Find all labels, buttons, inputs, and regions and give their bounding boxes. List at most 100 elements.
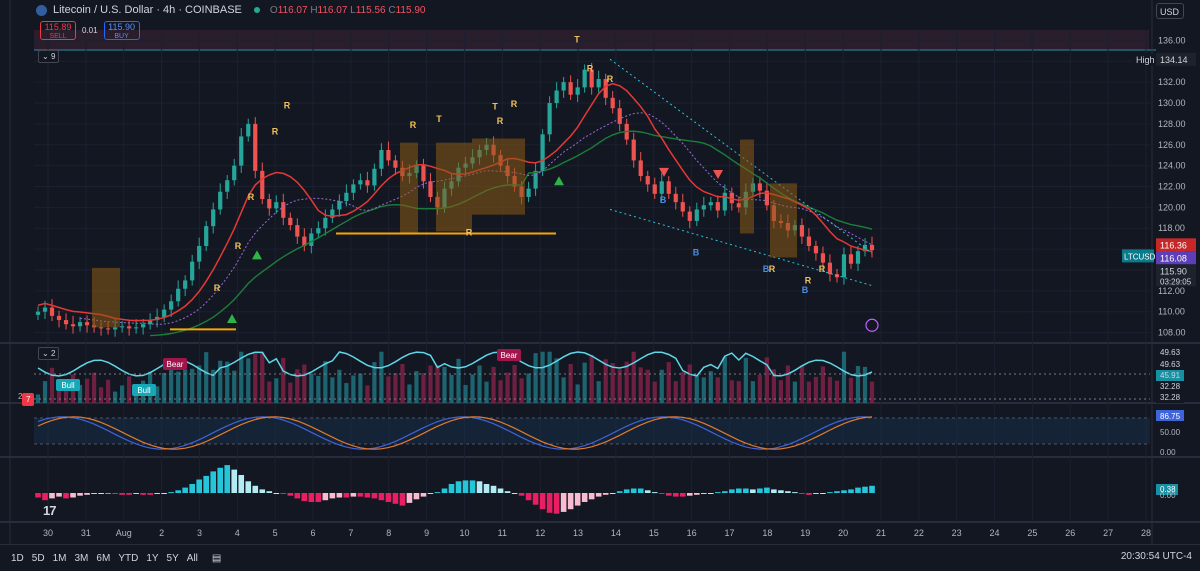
pane-badge-osc[interactable]: ⌄ 2 xyxy=(38,347,60,360)
hist-bar xyxy=(862,486,868,493)
osc-bar xyxy=(176,371,181,403)
x-tick-label: 4 xyxy=(235,528,240,538)
candle-body xyxy=(239,136,244,166)
last-price: 115.90 xyxy=(1160,266,1187,276)
timeframe-all[interactable]: All xyxy=(187,553,198,564)
hist-bar xyxy=(743,488,749,493)
timeframe-ytd[interactable]: YTD xyxy=(118,553,138,564)
x-tick-label: 12 xyxy=(535,528,545,538)
hist-bar xyxy=(574,493,581,506)
date-range-icon[interactable]: ▤ xyxy=(212,553,221,564)
candle-body xyxy=(42,307,48,312)
timeframe-1d[interactable]: 1D xyxy=(11,553,24,564)
candle-body xyxy=(820,253,826,263)
candle-body xyxy=(112,327,118,330)
timeframe-6m[interactable]: 6M xyxy=(96,553,110,564)
osc-bar xyxy=(225,361,230,403)
osc-bar xyxy=(260,351,265,403)
supply-zone xyxy=(92,267,120,328)
currency-select[interactable]: USD xyxy=(1156,3,1184,19)
price-red: 116.36 xyxy=(1160,240,1187,250)
pane-badge-main[interactable]: ⌄ 9 xyxy=(38,50,60,63)
candle-body xyxy=(176,288,181,302)
hist-bar xyxy=(651,492,658,494)
osc-bar xyxy=(778,380,783,403)
candle-body xyxy=(134,327,139,329)
hist-bar xyxy=(238,475,245,493)
candle-body xyxy=(316,228,321,234)
osc-bar xyxy=(112,391,118,403)
symbol-title[interactable]: Litecoin / U.S. Dollar · 4h · COINBASE xyxy=(53,4,242,16)
hist-bar xyxy=(532,493,539,505)
osc-value-label: 49.63 xyxy=(1160,360,1181,369)
timeframe-5y[interactable]: 5Y xyxy=(167,553,179,564)
osc-bar xyxy=(204,352,209,403)
signal-label-r: R xyxy=(497,116,504,126)
y-tick-label: 108.00 xyxy=(1158,328,1186,338)
pane-badge-alert[interactable]: 7 xyxy=(22,393,35,406)
supply-zone xyxy=(400,142,418,234)
candle-body xyxy=(855,251,861,264)
hist-bar xyxy=(385,493,392,502)
timeframe-5d[interactable]: 5D xyxy=(32,553,45,564)
osc-bar xyxy=(869,381,875,403)
main-pane-bg xyxy=(0,50,1150,343)
timeframe-3m[interactable]: 3M xyxy=(75,553,89,564)
osc-bar xyxy=(281,357,286,403)
hist-bar xyxy=(175,490,181,493)
clock[interactable]: 20:30:54 UTC-4 xyxy=(1121,551,1192,562)
x-tick-label: 14 xyxy=(611,528,621,538)
timeframe-1m[interactable]: 1M xyxy=(53,553,67,564)
y-tick-label: 110.00 xyxy=(1158,307,1185,317)
hist-bar xyxy=(350,493,357,497)
hist-bar xyxy=(42,493,48,501)
candle-body xyxy=(708,202,713,206)
osc-bar xyxy=(547,351,552,403)
signal-label-b: B xyxy=(802,285,809,295)
osc-bar xyxy=(603,359,608,403)
candle-body xyxy=(638,160,643,177)
hist-bar xyxy=(329,493,336,499)
candle-body xyxy=(141,324,146,328)
hist-bar xyxy=(820,493,826,494)
hist-bar xyxy=(630,488,637,493)
candle-body xyxy=(561,82,566,91)
hist-bar xyxy=(406,493,413,503)
candle-body xyxy=(673,193,678,203)
hist-bar xyxy=(455,481,462,493)
chart-header: Litecoin / U.S. Dollar · 4h · COINBASE O… xyxy=(36,4,425,16)
buy-button[interactable]: 115.90 BUY xyxy=(103,21,140,40)
hist-bar xyxy=(665,493,672,496)
x-tick-label: 13 xyxy=(573,528,583,538)
x-tick-label: Aug xyxy=(116,528,132,538)
candle-body xyxy=(379,149,384,169)
x-tick-label: 2 xyxy=(159,528,164,538)
hist-bar xyxy=(364,493,371,498)
osc-bar xyxy=(533,353,538,403)
stoch-value-label: 86.75 xyxy=(1160,412,1181,421)
candle-body xyxy=(337,201,342,210)
x-tick-label: 8 xyxy=(386,528,391,538)
hist-bar xyxy=(56,493,62,497)
sell-button[interactable]: 115.89 SELL xyxy=(40,21,76,40)
candle-body xyxy=(119,326,125,328)
hist-bar xyxy=(869,485,875,493)
hist-bar xyxy=(841,490,847,493)
hist-bar xyxy=(602,493,609,495)
hist-bar xyxy=(581,493,588,502)
osc-bar xyxy=(659,369,664,403)
osc-bar xyxy=(98,387,104,403)
x-tick-label: 11 xyxy=(498,528,507,538)
signal-tag-bull: Bull xyxy=(137,386,151,395)
osc-value-label: 32.28 xyxy=(1160,393,1181,402)
hist-bar xyxy=(336,493,343,498)
timeframe-1y[interactable]: 1Y xyxy=(146,553,158,564)
signal-label-r: R xyxy=(466,228,473,238)
osc-bar xyxy=(610,363,615,403)
candle-body xyxy=(666,181,671,194)
osc-bar xyxy=(337,369,342,403)
signal-label-t: T xyxy=(436,114,442,124)
candle-body xyxy=(813,245,819,254)
chart-canvas[interactable]: 136.00134.00132.00130.00128.00126.00124.… xyxy=(0,0,1200,544)
x-tick-label: 7 xyxy=(348,528,353,538)
